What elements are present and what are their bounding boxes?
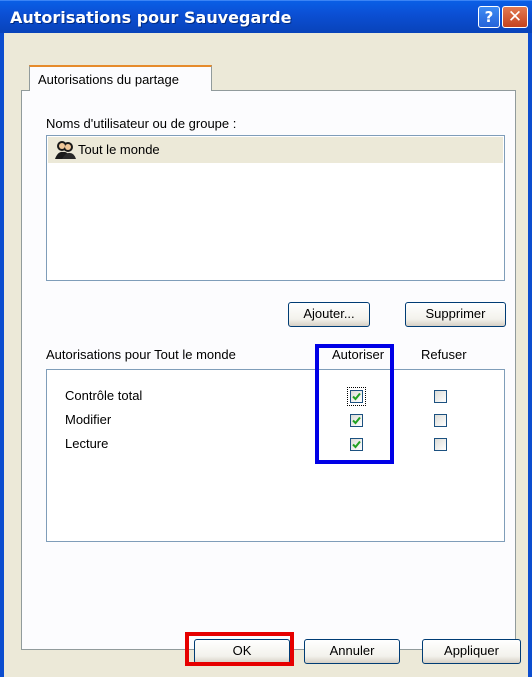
close-button[interactable]: ✕ xyxy=(502,6,528,28)
check-icon xyxy=(352,392,361,401)
permission-name: Lecture xyxy=(65,436,109,451)
cancel-button[interactable]: Annuler xyxy=(304,639,400,664)
title-bar[interactable]: Autorisations pour Sauvegarde ? ✕ xyxy=(0,0,532,34)
tab-panel: Noms d'utilisateur ou de groupe : Tout l… xyxy=(21,90,516,650)
permission-name: Contrôle total xyxy=(65,388,143,403)
allow-checkbox-read[interactable] xyxy=(350,438,363,451)
permission-row-full-control: Contrôle total xyxy=(47,387,504,407)
window-frame-right xyxy=(528,33,532,677)
allow-header: Autoriser xyxy=(332,347,385,362)
deny-header: Refuser xyxy=(421,347,467,362)
remove-button[interactable]: Supprimer xyxy=(405,302,506,327)
close-icon: ✕ xyxy=(507,7,523,27)
permissions-label: Autorisations pour Tout le monde xyxy=(46,347,236,362)
permission-row-read: Lecture xyxy=(47,435,504,455)
allow-checkbox-full-control[interactable] xyxy=(347,387,366,406)
deny-checkbox-read[interactable] xyxy=(434,438,447,451)
dialog-body: Autorisations du partage Noms d'utilisat… xyxy=(4,33,528,677)
user-name: Tout le monde xyxy=(78,142,160,157)
user-group-icon xyxy=(55,141,76,159)
check-icon xyxy=(352,416,361,425)
users-label: Noms d'utilisateur ou de groupe : xyxy=(46,116,237,131)
ok-button[interactable]: OK xyxy=(194,639,290,664)
deny-checkbox-modify[interactable] xyxy=(434,414,447,427)
help-button[interactable]: ? xyxy=(478,6,500,28)
users-listbox[interactable]: Tout le monde xyxy=(46,135,505,281)
add-button[interactable]: Ajouter... xyxy=(288,302,370,327)
deny-checkbox-full-control[interactable] xyxy=(434,390,447,403)
check-icon xyxy=(352,440,361,449)
permission-name: Modifier xyxy=(65,412,112,427)
permissions-list: Contrôle total Modifier Lecture xyxy=(46,369,505,542)
window-title: Autorisations pour Sauvegarde xyxy=(10,8,292,27)
help-icon: ? xyxy=(484,8,494,26)
permissions-dialog: Autorisations pour Sauvegarde ? ✕ Autori… xyxy=(0,0,532,677)
allow-checkbox-modify[interactable] xyxy=(350,414,363,427)
tab-share-permissions[interactable]: Autorisations du partage xyxy=(29,65,212,91)
apply-button[interactable]: Appliquer xyxy=(422,639,521,664)
permission-row-modify: Modifier xyxy=(47,411,504,431)
list-item-everyone[interactable]: Tout le monde xyxy=(48,137,503,163)
